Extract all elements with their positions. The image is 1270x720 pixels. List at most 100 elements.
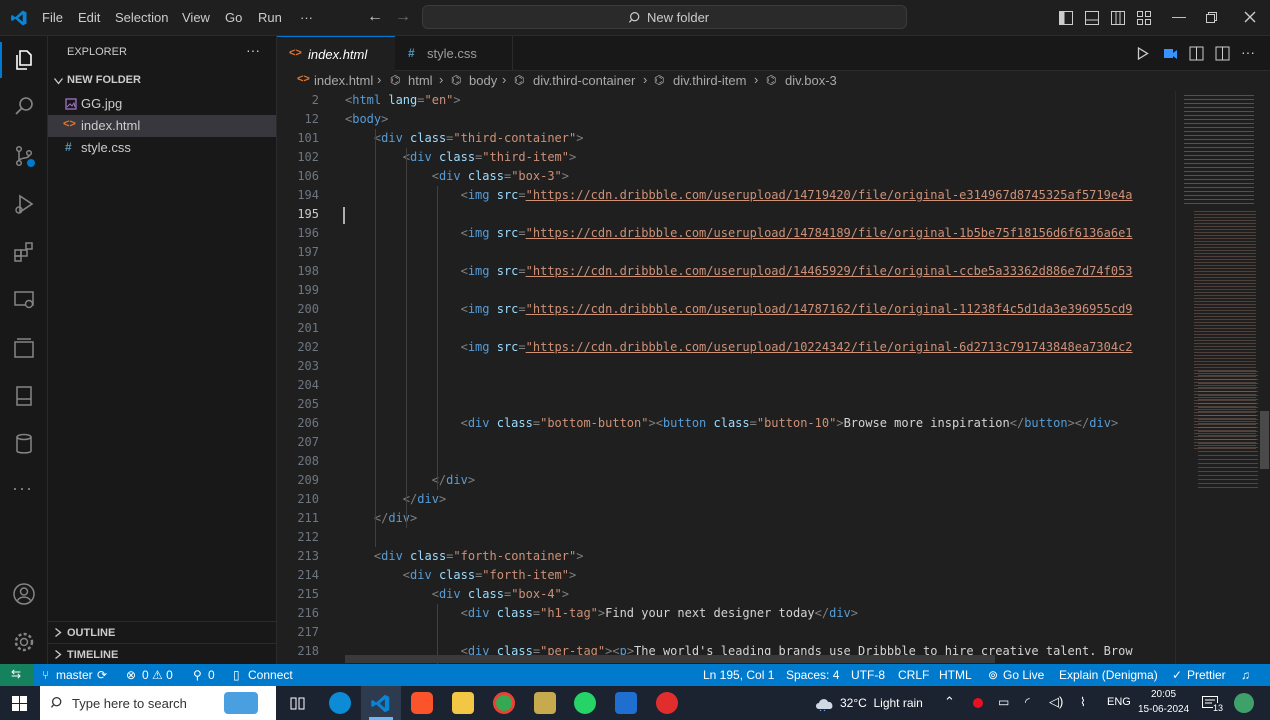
explain-denigma[interactable]: Explain (Denigma) <box>1059 668 1158 682</box>
windows-start-icon[interactable] <box>12 696 27 711</box>
code-line[interactable]: 208 <box>277 452 1175 471</box>
remote-explorer-icon[interactable] <box>12 288 36 312</box>
menu-selection[interactable]: Selection <box>115 10 168 25</box>
breadcrumb-item[interactable]: div.box-3 <box>785 73 837 88</box>
recording-icon[interactable] <box>973 698 983 708</box>
recorder-icon[interactable] <box>656 692 678 714</box>
edge-icon[interactable] <box>329 692 351 714</box>
split-editor-icon[interactable] <box>1215 46 1230 61</box>
network-icon[interactable]: ◜ <box>1025 695 1030 709</box>
taskbar-search-box[interactable]: Type here to search <box>40 686 276 720</box>
breadcrumb-item[interactable]: body <box>469 73 497 88</box>
problems-count[interactable]: 0 ⚠ 0 <box>142 668 173 682</box>
volume-icon[interactable]: ◁) <box>1049 694 1063 710</box>
code-line[interactable]: 101 <div class="third-container"> <box>277 129 1175 148</box>
more-actions-icon[interactable]: ··· <box>246 42 260 58</box>
wifi-icon[interactable]: ⌇ <box>1080 695 1086 709</box>
code-editor[interactable]: 2 <html lang="en"> 12 <body> 101 <div class=… <box>277 91 1175 664</box>
compare-icon[interactable] <box>1189 46 1204 61</box>
brave-icon[interactable] <box>411 692 433 714</box>
code-line[interactable]: 209 </div> <box>277 471 1175 490</box>
menu-file[interactable]: File <box>42 10 63 25</box>
sync-icon[interactable]: ⟳ <box>97 668 107 682</box>
file-explorer-icon[interactable] <box>452 692 474 714</box>
weather-text[interactable]: 32°C Light rain <box>840 696 923 710</box>
breadcrumb-item[interactable]: div.third-item <box>673 73 746 88</box>
indentation[interactable]: Spaces: 4 <box>786 668 839 682</box>
whatsapp-icon[interactable] <box>574 692 596 714</box>
code-line[interactable]: 217 <box>277 623 1175 642</box>
code-line[interactable]: 207 <box>277 433 1175 452</box>
code-line[interactable]: 12 <body> <box>277 110 1175 129</box>
live-preview-icon[interactable] <box>1163 46 1178 61</box>
vscode-logo-icon[interactable] <box>10 9 28 27</box>
code-line[interactable]: 195 <box>277 205 1175 224</box>
minimap[interactable] <box>1175 91 1270 664</box>
menu-more[interactable]: ··· <box>300 10 313 25</box>
menu-run[interactable]: Run <box>258 10 282 25</box>
prettier-status[interactable]: Prettier <box>1187 668 1226 682</box>
code-line[interactable]: 212 <box>277 528 1175 547</box>
run-debug-icon[interactable] <box>12 192 36 216</box>
vscode-taskbar-icon[interactable] <box>370 693 391 714</box>
code-line[interactable]: 200 <img src="https://cdn.dribbble.com/u… <box>277 300 1175 319</box>
database-icon[interactable] <box>12 432 36 456</box>
restore-icon[interactable] <box>1206 12 1217 23</box>
connect-button[interactable]: Connect <box>248 668 293 682</box>
breadcrumb-item[interactable]: div.third-container <box>533 73 635 88</box>
tabs-panel-icon[interactable] <box>12 336 36 360</box>
code-line[interactable]: 194 <img src="https://cdn.dribbble.com/u… <box>277 186 1175 205</box>
code-line[interactable]: 102 <div class="third-item"> <box>277 148 1175 167</box>
code-line[interactable]: 198 <img src="https://cdn.dribbble.com/u… <box>277 262 1175 281</box>
git-branch[interactable]: master <box>56 668 93 682</box>
folder-row[interactable]: NEW FOLDER <box>48 71 276 93</box>
ports-count[interactable]: 0 <box>208 668 215 682</box>
code-line[interactable]: 2 <html lang="en"> <box>277 91 1175 110</box>
code-line[interactable]: 202 <img src="https://cdn.dribbble.com/u… <box>277 338 1175 357</box>
code-line[interactable]: 214 <div class="forth-item"> <box>277 566 1175 585</box>
file-row-index-html[interactable]: <> index.html <box>48 115 276 137</box>
end-of-line[interactable]: CRLF <box>898 668 929 682</box>
gear-icon[interactable] <box>12 630 36 654</box>
toggle-secondary-sidebar-icon[interactable] <box>1110 10 1126 26</box>
input-language[interactable]: ENG <box>1107 696 1131 708</box>
code-line[interactable]: 204 <box>277 376 1175 395</box>
remote-indicator[interactable]: ⇆ <box>0 664 34 686</box>
forward-arrow-icon[interactable]: → <box>395 8 411 26</box>
code-line[interactable]: 215 <div class="box-4"> <box>277 585 1175 604</box>
account-icon[interactable] <box>12 582 36 606</box>
battery-icon[interactable]: ▭ <box>998 695 1009 709</box>
menu-edit[interactable]: Edit <box>78 10 100 25</box>
task-view-icon[interactable] <box>290 696 305 711</box>
code-line[interactable]: 197 <box>277 243 1175 262</box>
code-line[interactable]: 211 </div> <box>277 509 1175 528</box>
code-line[interactable]: 196 <img src="https://cdn.dribbble.com/u… <box>277 224 1175 243</box>
customize-layout-icon[interactable] <box>1136 10 1152 26</box>
outline-section[interactable]: OUTLINE <box>48 621 276 644</box>
breadcrumb-item[interactable]: html <box>408 73 433 88</box>
code-line[interactable]: 210 </div> <box>277 490 1175 509</box>
code-line[interactable]: 106 <div class="box-3"> <box>277 167 1175 186</box>
code-line[interactable]: 201 <box>277 319 1175 338</box>
source-control-icon[interactable] <box>12 144 36 168</box>
close-icon[interactable] <box>1244 11 1256 23</box>
timeline-section[interactable]: TIMELINE <box>48 643 276 665</box>
chevron-up-icon[interactable]: ⌃ <box>944 694 955 710</box>
toggle-panel-icon[interactable] <box>1084 10 1100 26</box>
encoding[interactable]: UTF-8 <box>851 668 885 682</box>
code-line[interactable]: 199 <box>277 281 1175 300</box>
clock-date[interactable]: 15-06-2024 <box>1138 704 1189 715</box>
cursor-position[interactable]: Ln 195, Col 1 <box>703 668 774 682</box>
extensions-icon[interactable] <box>12 240 36 264</box>
code-line[interactable]: 203 <box>277 357 1175 376</box>
breadcrumb-item[interactable]: index.html <box>314 73 373 88</box>
command-center[interactable]: New folder <box>422 5 907 29</box>
language-mode[interactable]: HTML <box>939 668 972 682</box>
horizontal-scrollbar[interactable] <box>345 655 995 663</box>
go-live-button[interactable]: Go Live <box>1003 668 1044 682</box>
back-arrow-icon[interactable]: ← <box>367 8 383 26</box>
tab-index-html[interactable]: <> index.html <box>277 36 395 71</box>
minimap-scroll-thumb[interactable] <box>1260 411 1269 469</box>
toggle-sidebar-icon[interactable] <box>1058 10 1074 26</box>
chrome-icon[interactable] <box>493 692 515 714</box>
